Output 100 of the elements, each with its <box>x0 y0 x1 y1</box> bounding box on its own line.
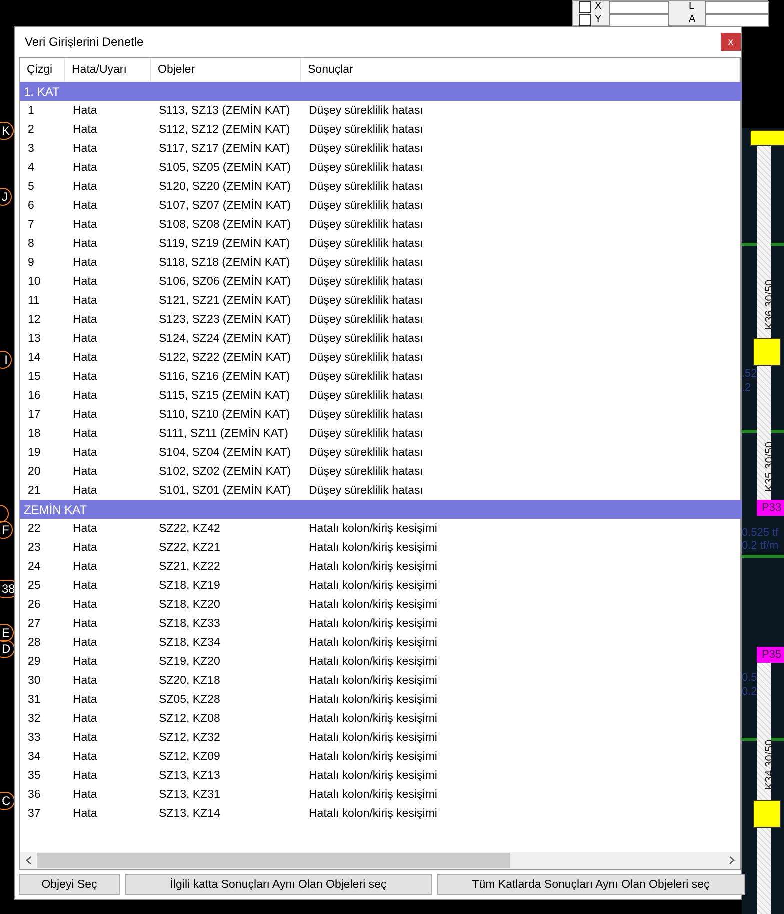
field-label: A <box>689 14 697 26</box>
table-cell-text: Hata <box>72 694 98 706</box>
table-cell-text: S108, SZ08 (ZEMİN KAT) <box>158 218 292 230</box>
table-cell-text: Hatalı kolon/kiriş kesişimi <box>308 694 438 706</box>
column-label: P33 <box>757 500 784 516</box>
table-cell-text: Hata <box>72 522 98 534</box>
table-cell-text: SZ18, KZ19 <box>158 580 222 592</box>
table-cell-text: 35 <box>27 770 42 782</box>
table-cell-text: Düşey süreklilik hatası <box>308 180 424 192</box>
table-cell-text: 29 <box>27 656 42 668</box>
table-cell-text: S123, SZ23 (ZEMİN KAT) <box>158 314 292 326</box>
table-cell-text: Düşey süreklilik hatası <box>308 370 424 382</box>
table-cell-text: Hata <box>72 788 98 800</box>
scrollbar-thumb[interactable] <box>37 853 510 868</box>
table-cell-text: S111, SZ11 (ZEMİN KAT) <box>158 428 290 440</box>
table-cell-text: Hatalı kolon/kiriş kesişimi <box>308 636 438 648</box>
table-cell-text: Düşey süreklilik hatası <box>308 124 424 136</box>
column-drawing <box>753 338 781 366</box>
table-cell-text: 14 <box>27 352 42 364</box>
table-cell-text: 31 <box>27 694 42 706</box>
table-cell-text: S106, SZ06 (ZEMİN KAT) <box>158 276 292 288</box>
table-cell-text: Hatalı kolon/kiriş kesişimi <box>308 732 438 744</box>
input-field[interactable] <box>609 0 669 14</box>
action-button[interactable]: Tüm Katlarda Sonuçları Aynı Olan Objeleri seç <box>437 874 745 895</box>
table-cell-text: S105, SZ05 (ZEMİN KAT) <box>158 162 292 174</box>
table-cell-text: 36 <box>27 788 42 800</box>
input-field[interactable] <box>609 14 669 26</box>
table-cell-text: Düşey süreklilik hatası <box>308 390 424 402</box>
table-cell-text: SZ13, KZ14 <box>158 808 222 820</box>
table-cell-text: S101, SZ01 (ZEMİN KAT) <box>158 484 292 496</box>
axis-label: J <box>0 188 12 206</box>
axis-label: I <box>0 351 12 369</box>
table-cell-text: SZ18, KZ34 <box>158 636 222 648</box>
table-cell-text: Hata <box>72 332 98 344</box>
table-cell-text: 3 <box>27 142 36 154</box>
table-cell-text: Hata <box>72 428 98 440</box>
table-cell-text: SZ18, KZ33 <box>158 618 222 630</box>
table-cell-text: S121, SZ21 (ZEMİN KAT) <box>158 294 292 306</box>
table-cell-text: Hata <box>72 352 98 364</box>
table-cell-text: Düşey süreklilik hatası <box>308 238 424 250</box>
checkbox[interactable] <box>579 1 591 13</box>
table-cell-text: 33 <box>27 732 42 744</box>
table-cell-text: Hata <box>72 218 98 230</box>
table-cell-text: S119, SZ19 (ZEMİN KAT) <box>158 238 292 250</box>
table-cell-text: Hatalı kolon/kiriş kesişimi <box>308 618 438 630</box>
table-cell-text: Hatalı kolon/kiriş kesişimi <box>308 656 438 668</box>
group-header-row[interactable]: 1. KAT <box>20 82 742 101</box>
table-cell-text: Hata <box>72 446 98 458</box>
table-cell-text: S124, SZ24 (ZEMİN KAT) <box>158 332 292 344</box>
table-cell-text: Hatalı kolon/kiriş kesişimi <box>308 788 438 800</box>
table-cell-text: 11 <box>27 294 41 306</box>
table-cell-text: 25 <box>27 580 42 592</box>
table-cell-text: Hatalı kolon/kiriş kesişimi <box>308 560 438 572</box>
table-cell-text: 18 <box>27 428 42 440</box>
action-button[interactable]: İlgili katta Sonuçları Aynı Olan Objeleri seç <box>125 874 432 895</box>
input-field[interactable] <box>705 0 769 14</box>
table-cell-text: Düşey süreklilik hatası <box>308 104 424 116</box>
table-cell-text: Hatalı kolon/kiriş kesişimi <box>308 522 438 534</box>
table-cell-text: 1 <box>27 104 36 116</box>
table-cell-text: Düşey süreklilik hatası <box>308 446 424 458</box>
table-cell-text: Hata <box>72 598 98 610</box>
table-cell-text: Hata <box>72 560 98 572</box>
table-cell-text: SZ12, KZ08 <box>158 712 222 724</box>
table-cell-text: Hata <box>72 256 98 268</box>
table-cell-text: Hata <box>72 636 98 648</box>
load-label: .52 <box>742 368 758 380</box>
load-label: .2 <box>742 382 752 394</box>
table-cell-text: Hata <box>72 542 98 554</box>
table-cell-text: SZ13, KZ31 <box>158 788 222 800</box>
table-cell-text: Hata <box>72 484 98 496</box>
table-cell-text: 9 <box>27 256 36 268</box>
table-cell-text: 16 <box>27 390 42 402</box>
table-cell-text: Düşey süreklilik hatası <box>308 142 424 154</box>
load-label: 0.5 <box>742 672 758 684</box>
load-label: 0.2 <box>742 686 758 698</box>
close-button[interactable]: x <box>721 33 741 51</box>
horizontal-scrollbar[interactable] <box>20 852 740 869</box>
table-cell-text: S104, SZ04 (ZEMİN KAT) <box>158 446 292 458</box>
group-header-row[interactable]: ZEMİN KAT <box>20 500 742 519</box>
table-cell-text: Hata <box>72 294 98 306</box>
table-cell-text: S117, SZ17 (ZEMİN KAT) <box>158 142 292 154</box>
table-cell-text: Hatalı kolon/kiriş kesişimi <box>308 770 438 782</box>
table-cell-text: 26 <box>27 598 42 610</box>
table-cell-text: Hata <box>72 104 98 116</box>
table-cell-text: SZ22, KZ42 <box>158 522 222 534</box>
input-field[interactable] <box>705 14 769 26</box>
table-cell-text: Hata <box>72 674 98 686</box>
column-label: P35 <box>757 647 784 663</box>
table-cell-text: 17 <box>27 408 42 420</box>
table-cell-text: SZ13, KZ13 <box>158 770 222 782</box>
checkbox[interactable] <box>579 14 591 26</box>
table-cell-text: Hata <box>72 390 98 402</box>
table-cell-text: S120, SZ20 (ZEMİN KAT) <box>158 180 292 192</box>
action-button[interactable]: Objeyi Seç <box>19 874 120 895</box>
table-cell-text: Düşey süreklilik hatası <box>308 218 424 230</box>
table-cell-text: Hata <box>72 712 98 724</box>
table-cell-text: 37 <box>27 808 42 820</box>
table-cell-text: S116, SZ16 (ZEMİN KAT) <box>158 370 292 382</box>
table-cell-text: 7 <box>27 218 36 230</box>
table-cell-text: Düşey süreklilik hatası <box>308 256 424 268</box>
